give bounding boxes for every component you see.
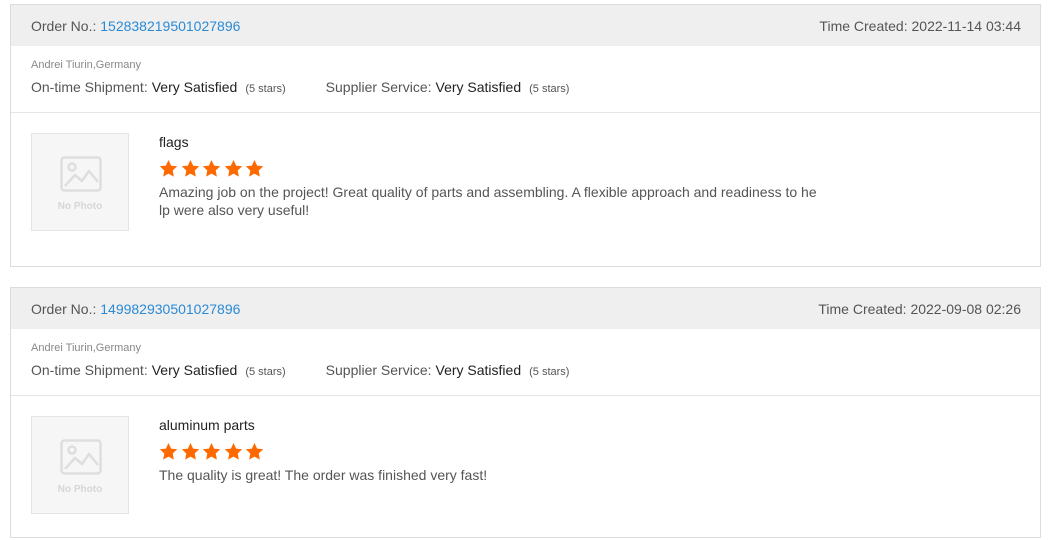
supplier-service-rating: Supplier Service: Very Satisfied (5 star… xyxy=(326,362,570,378)
on-time-shipment-label: On-time Shipment: xyxy=(31,362,148,378)
star-icon xyxy=(159,442,178,460)
star-icon xyxy=(245,159,264,177)
supplier-service-value: Very Satisfied xyxy=(435,79,522,95)
order-number-link[interactable]: 152838219501027896 xyxy=(100,18,240,34)
no-photo-label: No Photo xyxy=(57,484,103,495)
review-card: Order No.: 149982930501027896 Time Creat… xyxy=(10,287,1041,538)
review-content: aluminum parts The quality is great! The… xyxy=(159,416,819,484)
star-icon xyxy=(245,442,264,460)
review-card: Order No.: 152838219501027896 Time Creat… xyxy=(10,4,1041,267)
supplier-service-stars: (5 stars) xyxy=(529,83,570,95)
star-rating xyxy=(159,442,819,464)
supplier-service-label: Supplier Service: xyxy=(325,362,432,378)
time-created-label: Time Created: xyxy=(819,17,908,34)
time-created-label: Time Created: xyxy=(818,300,907,317)
star-rating xyxy=(159,159,819,181)
review-comment: The quality is great! The order was fini… xyxy=(159,467,488,483)
review-meta: Andrei Tiurin,Germany On-time Shipment: … xyxy=(11,329,1040,396)
supplier-service-rating: Supplier Service: Very Satisfied (5 star… xyxy=(326,79,570,95)
supplier-service-stars: (5 stars) xyxy=(529,366,570,378)
service-ratings: On-time Shipment: Very Satisfied (5 star… xyxy=(31,362,1040,378)
time-created-value: 2022-11-14 03:44 xyxy=(911,17,1022,34)
time-created: Time Created: 2022-11-14 03:44 xyxy=(819,18,1021,34)
review-card-header: Order No.: 149982930501027896 Time Creat… xyxy=(11,288,1040,329)
on-time-shipment-rating: On-time Shipment: Very Satisfied (5 star… xyxy=(31,79,286,95)
star-icon xyxy=(224,442,242,460)
on-time-shipment-stars: (5 stars) xyxy=(245,366,286,378)
order-number: Order No.: 152838219501027896 xyxy=(31,18,240,34)
time-created-value: 2022-09-08 02:26 xyxy=(910,300,1021,317)
review-meta: Andrei Tiurin,Germany On-time Shipment: … xyxy=(11,46,1040,113)
star-icon xyxy=(159,159,178,177)
image-placeholder-icon xyxy=(60,439,102,475)
product-photo: No Photo xyxy=(31,416,129,514)
review-card-header: Order No.: 152838219501027896 Time Creat… xyxy=(11,5,1040,46)
product-name: aluminum parts xyxy=(159,417,255,433)
on-time-shipment-label: On-time Shipment: xyxy=(31,79,148,95)
star-icon xyxy=(181,159,199,177)
supplier-service-value: Very Satisfied xyxy=(435,362,522,378)
no-photo-label: No Photo xyxy=(57,201,103,212)
star-icon xyxy=(181,442,199,460)
buyer-info: Andrei Tiurin,Germany xyxy=(31,59,142,71)
supplier-service-label: Supplier Service: xyxy=(325,79,432,95)
star-icon xyxy=(224,159,242,177)
order-number-link[interactable]: 149982930501027896 xyxy=(100,301,240,317)
product-photo: No Photo xyxy=(31,133,129,231)
review-content: flags Amazing job on the project! Great … xyxy=(159,133,819,219)
review-body: No Photo aluminum parts The quality is g… xyxy=(11,396,1040,514)
buyer-info: Andrei Tiurin,Germany xyxy=(31,342,142,354)
product-name: flags xyxy=(159,134,189,150)
on-time-shipment-rating: On-time Shipment: Very Satisfied (5 star… xyxy=(31,362,286,378)
image-placeholder-icon xyxy=(60,156,102,192)
on-time-shipment-value: Very Satisfied xyxy=(151,79,238,95)
on-time-shipment-value: Very Satisfied xyxy=(151,362,238,378)
order-number-label: Order No.: xyxy=(31,17,97,34)
review-body: No Photo flags Amazing job on the projec… xyxy=(11,113,1040,231)
time-created: Time Created: 2022-09-08 02:26 xyxy=(818,301,1021,317)
star-icon xyxy=(202,159,221,177)
on-time-shipment-stars: (5 stars) xyxy=(245,83,286,95)
order-number: Order No.: 149982930501027896 xyxy=(31,301,240,317)
order-number-label: Order No.: xyxy=(31,300,97,317)
service-ratings: On-time Shipment: Very Satisfied (5 star… xyxy=(31,79,1040,95)
star-icon xyxy=(202,442,221,460)
review-comment: Amazing job on the project! Great qualit… xyxy=(159,184,817,218)
